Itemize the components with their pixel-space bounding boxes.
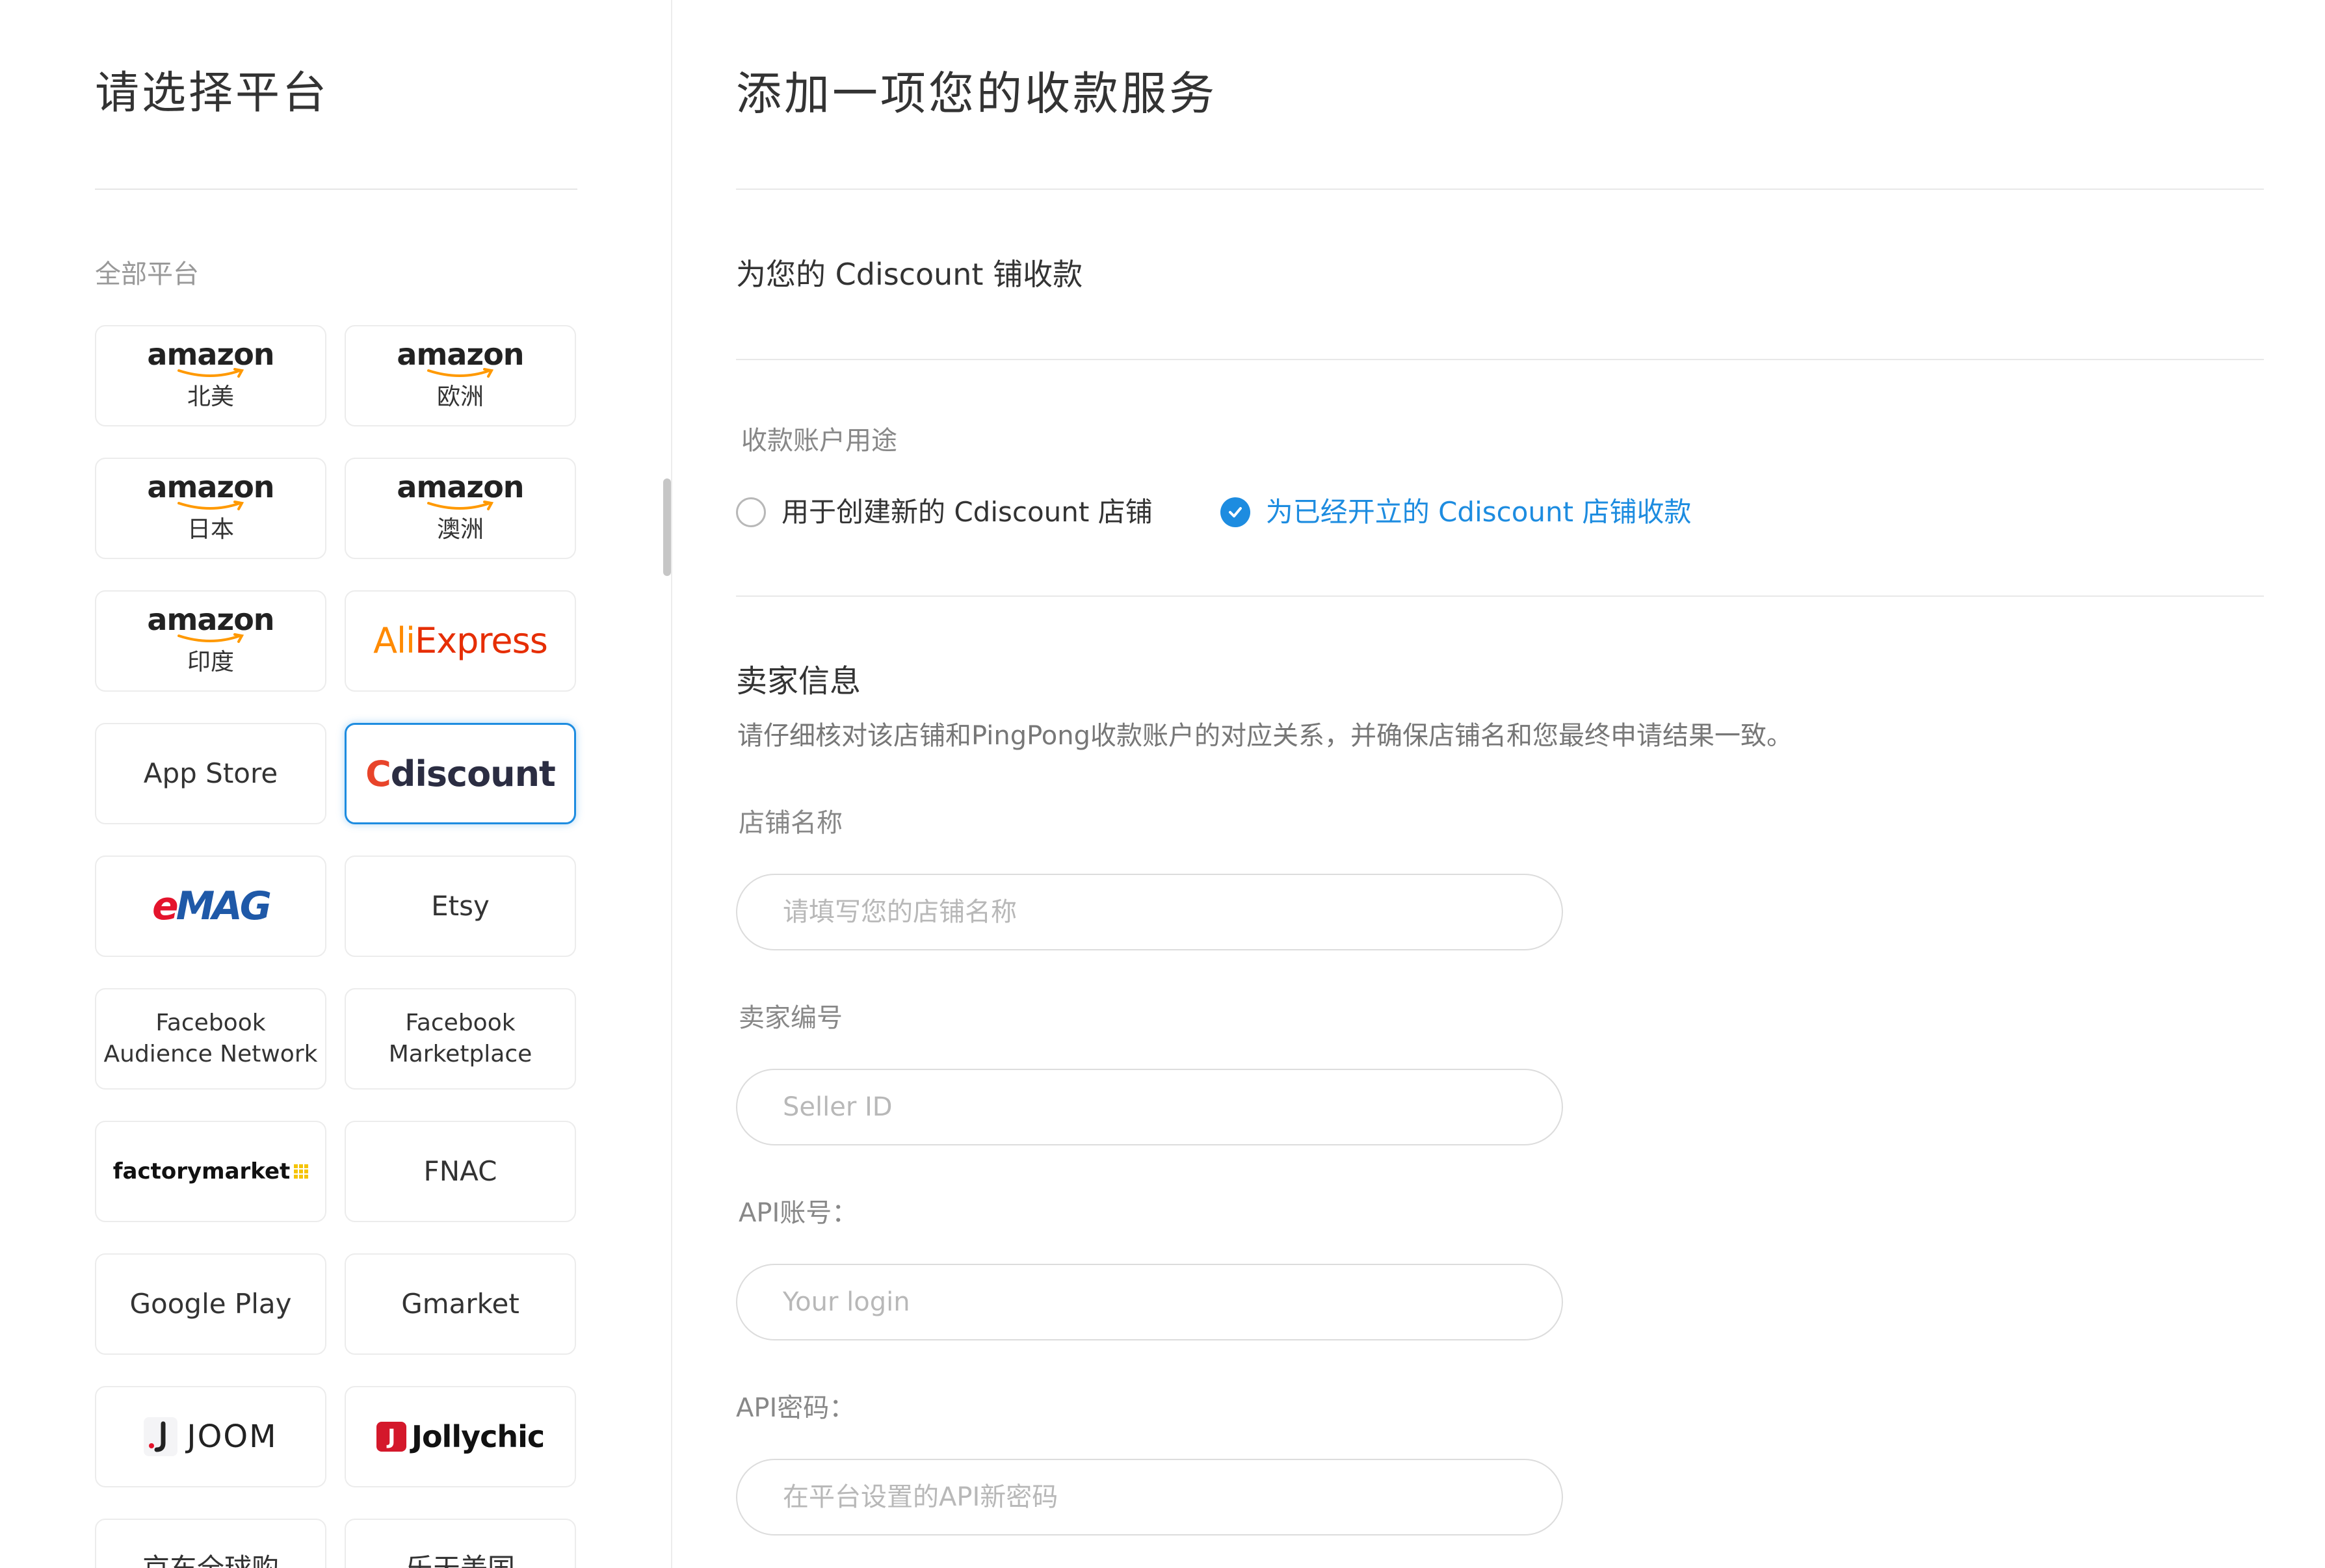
platform-grid: amazon 北美 amazon 欧洲 amazon 日本 amazon 澳洲 … <box>95 325 577 1568</box>
platform-tile-facebook-marketplace[interactable]: Facebook Marketplace <box>345 988 576 1090</box>
platform-tile-google-play[interactable]: Google Play <box>95 1253 326 1355</box>
platform-name-line2: Audience Network <box>103 1041 318 1067</box>
empty-circle-icon[interactable] <box>736 497 766 527</box>
platform-tile-jollychic[interactable]: J Jollychic <box>345 1386 576 1487</box>
divider <box>736 595 2264 597</box>
seller-id-label: 卖家编号 <box>739 1003 843 1033</box>
smile-arrow-icon <box>177 633 244 643</box>
platform-name-line1: Facebook <box>155 1010 266 1036</box>
platform-tile-gmarket[interactable]: Gmarket <box>345 1253 576 1355</box>
amazon-logo-text: amazon <box>397 337 524 372</box>
platform-name: 乐天美国 <box>406 1551 515 1568</box>
api-password-input[interactable] <box>736 1459 1563 1535</box>
platform-region-label: 澳洲 <box>436 516 484 543</box>
amazon-logo-text: amazon <box>147 602 274 637</box>
api-password-label: API密码： <box>736 1393 856 1423</box>
platform-name-line2: Marketplace <box>388 1041 532 1067</box>
smile-arrow-icon <box>427 368 494 378</box>
platform-tile-facebook-audience-network[interactable]: Facebook Audience Network <box>95 988 326 1090</box>
account-usage-radio-group: 用于创建新的 Cdiscount 店铺 为已经开立的 Cdiscount 店铺收… <box>736 491 1691 533</box>
platform-tile-aliexpress[interactable]: AliExpress <box>345 590 576 692</box>
platform-name: 京东全球购 <box>142 1551 279 1568</box>
factorymarket-logo: factorymarket <box>113 1158 309 1184</box>
jollychic-j-icon: J <box>376 1422 406 1452</box>
dot-grid-icon <box>294 1164 309 1179</box>
cdiscount-logo: Cdiscount <box>365 753 556 794</box>
platform-group-label: 全部平台 <box>95 259 199 289</box>
seller-info-description: 请仔细核对该店铺和PingPong收款账户的对应关系，并确保店铺名和您最终申请结… <box>737 721 1793 751</box>
page-title: 添加一项您的收款服务 <box>736 67 1217 120</box>
joom-logo: JOOM <box>144 1417 277 1456</box>
platform-tile-app-store[interactable]: App Store <box>95 723 326 824</box>
store-name-input[interactable] <box>736 874 1563 950</box>
check-circle-icon[interactable] <box>1220 497 1250 527</box>
platform-region-label: 北美 <box>187 384 234 410</box>
store-name-label: 店铺名称 <box>739 808 843 838</box>
platform-tile-etsy[interactable]: Etsy <box>345 856 576 957</box>
platform-name: Google Play <box>129 1288 292 1320</box>
platform-tile-amazon-japan[interactable]: amazon 日本 <box>95 458 326 559</box>
form-subtitle: 为您的 Cdiscount 铺收款 <box>736 257 1083 292</box>
platform-sidebar: 请选择平台 全部平台 amazon 北美 amazon 欧洲 amazon 日本… <box>0 0 671 1568</box>
platform-name: App Store <box>143 757 278 789</box>
api-account-label: API账号： <box>739 1198 858 1228</box>
divider <box>736 359 2264 360</box>
jollychic-logo: J Jollychic <box>376 1419 545 1454</box>
platform-tile-amazon-europe[interactable]: amazon 欧洲 <box>345 325 576 426</box>
platform-tile-fnac[interactable]: FNAC <box>345 1121 576 1222</box>
amazon-logo-text: amazon <box>397 469 524 504</box>
sidebar-scrollbar[interactable] <box>663 478 671 576</box>
platform-panel-title: 请选择平台 <box>95 68 330 119</box>
platform-tile-factorymarket[interactable]: factorymarket <box>95 1121 326 1222</box>
platform-tile-cdiscount[interactable]: Cdiscount <box>345 723 576 824</box>
platform-region-label: 印度 <box>187 649 234 675</box>
panel-divider <box>671 0 672 1568</box>
joom-j-icon <box>144 1417 178 1456</box>
radio-label: 为已经开立的 Cdiscount 店铺收款 <box>1265 496 1692 528</box>
emag-logo: eMAG <box>151 883 272 929</box>
divider <box>736 189 2264 190</box>
platform-region-label: 日本 <box>187 516 234 543</box>
radio-create-new-store[interactable]: 用于创建新的 Cdiscount 店铺 <box>736 494 1153 530</box>
platform-name: FNAC <box>423 1155 497 1187</box>
platform-name: Gmarket <box>401 1288 519 1320</box>
platform-tile-joom[interactable]: JOOM <box>95 1386 326 1487</box>
platform-region-label: 欧洲 <box>436 384 484 410</box>
radio-existing-store[interactable]: 为已经开立的 Cdiscount 店铺收款 <box>1220 494 1692 530</box>
platform-tile-jd-global[interactable]: 京东全球购 <box>95 1519 326 1568</box>
platform-tile-rakuten-us[interactable]: 乐天美国 <box>345 1519 576 1568</box>
platform-tile-amazon-north-america[interactable]: amazon 北美 <box>95 325 326 426</box>
checkmark-icon <box>1228 507 1242 517</box>
amazon-logo-text: amazon <box>147 337 274 372</box>
platform-name-line1: Facebook <box>405 1010 516 1036</box>
api-account-input[interactable] <box>736 1264 1563 1340</box>
platform-name: Etsy <box>431 890 490 922</box>
radio-label: 用于创建新的 Cdiscount 店铺 <box>782 496 1153 528</box>
amazon-logo-text: amazon <box>147 469 274 504</box>
smile-arrow-icon <box>177 368 244 378</box>
platform-tile-amazon-australia[interactable]: amazon 澳洲 <box>345 458 576 559</box>
divider <box>95 189 577 190</box>
seller-id-input[interactable] <box>736 1069 1563 1145</box>
platform-tile-emag[interactable]: eMAG <box>95 856 326 957</box>
platform-tile-amazon-india[interactable]: amazon 印度 <box>95 590 326 692</box>
smile-arrow-icon <box>427 501 494 510</box>
smile-arrow-icon <box>177 501 244 510</box>
aliexpress-logo: AliExpress <box>373 620 548 661</box>
account-usage-label: 收款账户用途 <box>741 426 897 456</box>
seller-info-title: 卖家信息 <box>736 663 861 699</box>
